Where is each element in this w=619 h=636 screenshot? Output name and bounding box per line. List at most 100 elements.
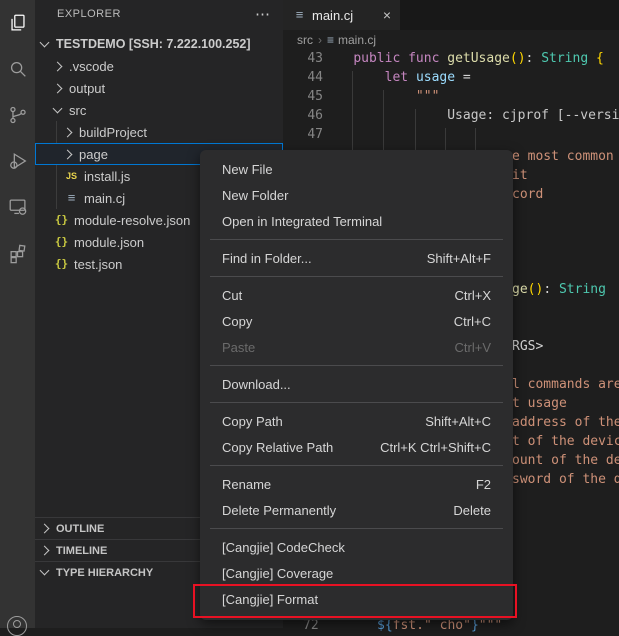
- menu-item-label: Rename: [222, 477, 271, 492]
- section-label: OUTLINE: [56, 523, 104, 535]
- menu-item-find-in-folder[interactable]: Find in Folder... Shift+Alt+F: [200, 245, 513, 271]
- code-line: 44 let usage =: [283, 68, 619, 87]
- code-fragment: RGS>: [512, 337, 543, 356]
- json-file-icon: {}: [54, 213, 69, 227]
- menu-item-copy-path[interactable]: Copy PathShift+Alt+C: [200, 408, 513, 434]
- close-icon[interactable]: ×: [383, 7, 391, 23]
- menu-item-label: New Folder: [222, 188, 288, 203]
- menu-item-paste: PasteCtrl+V: [200, 334, 513, 360]
- chevron-right-icon: [63, 149, 73, 159]
- menu-item-label: Delete Permanently: [222, 503, 336, 518]
- menu-item-label: Open in Integrated Terminal: [222, 214, 382, 229]
- menu-item-download[interactable]: Download...: [200, 371, 513, 397]
- menu-item-label: Download...: [222, 377, 291, 392]
- menu-item-shortcut: Shift+Alt+F: [399, 251, 491, 266]
- code-text: public func getUsage(): String {: [322, 49, 604, 68]
- tree-item-label: module.json: [74, 235, 144, 250]
- menu-item-new-folder[interactable]: New Folder: [200, 182, 513, 208]
- json-file-icon: {}: [54, 235, 69, 249]
- indent-guide: [475, 128, 476, 150]
- breadcrumb: src › ≡ main.cj: [283, 30, 619, 49]
- menu-item-delete-permanently[interactable]: Delete Permanently Delete: [200, 497, 513, 523]
- search-icon[interactable]: [0, 46, 35, 92]
- source-control-icon[interactable]: [0, 92, 35, 138]
- chevron-right-icon: [40, 546, 50, 556]
- menu-item-rename[interactable]: Rename F2: [200, 471, 513, 497]
- code-fragment: t usage: [512, 394, 567, 413]
- menu-item-shortcut: Ctrl+K Ctrl+Shift+C: [352, 440, 491, 455]
- code-fragment: cord: [512, 185, 543, 204]
- section-label: TIMELINE: [56, 545, 107, 557]
- menu-separator: [210, 402, 503, 403]
- tree-item-label: TESTDEMO [SSH: 7.222.100.252]: [56, 37, 251, 51]
- menu-item-shortcut: Ctrl+X: [427, 288, 491, 303]
- menu-item-label: [Cangjie] CodeCheck: [222, 540, 345, 555]
- code-text: """: [322, 87, 439, 106]
- menu-item-shortcut: Ctrl+C: [426, 314, 491, 329]
- menu-item-shortcut: F2: [448, 477, 491, 492]
- code-fragment: t of the devic: [512, 432, 619, 451]
- tree-item-buildproject[interactable]: buildProject: [35, 121, 283, 143]
- tab-bar: ≡ main.cj ×: [283, 0, 619, 30]
- menu-item-shortcut: Ctrl+V: [427, 340, 491, 355]
- code-fragment: it: [512, 166, 528, 185]
- menu-item-copy[interactable]: CopyCtrl+C: [200, 308, 513, 334]
- remote-explorer-icon[interactable]: [0, 184, 35, 230]
- explorer-icon[interactable]: [0, 0, 35, 46]
- chevron-right-icon: ›: [318, 33, 322, 47]
- tree-item-testdemo-ssh-7-222-100-252[interactable]: TESTDEMO [SSH: 7.222.100.252]: [35, 33, 283, 55]
- menu-item-copy-relative-path[interactable]: Copy Relative Path Ctrl+K Ctrl+Shift+C: [200, 434, 513, 460]
- cj-file-icon: ≡: [327, 33, 334, 47]
- menu-separator: [210, 276, 503, 277]
- code-fragment: sword of the d: [512, 470, 619, 489]
- code-fragment: ount of the de: [512, 451, 619, 470]
- tab-main-cj[interactable]: ≡ main.cj ×: [283, 0, 400, 30]
- menu-item-cangjie-coverage[interactable]: [Cangjie] Coverage: [200, 560, 513, 586]
- menu-item-cangjie-codecheck[interactable]: [Cangjie] CodeCheck: [200, 534, 513, 560]
- code-fragment: address of the: [512, 413, 619, 432]
- menu-item-open-in-integrated-terminal[interactable]: Open in Integrated Terminal: [200, 208, 513, 234]
- tree-item-output[interactable]: output: [35, 77, 283, 99]
- run-and-debug-icon[interactable]: [0, 138, 35, 184]
- menu-item-label: Find in Folder...: [222, 251, 312, 266]
- menu-item-cut[interactable]: CutCtrl+X: [200, 282, 513, 308]
- menu-item-label: New File: [222, 162, 273, 177]
- code-fragment: ge(): String: [512, 280, 606, 299]
- accounts-icon[interactable]: [7, 616, 27, 636]
- code-text: let usage =: [322, 68, 471, 87]
- tree-item-label: test.json: [74, 257, 122, 272]
- tree-item-vscode[interactable]: .vscode: [35, 55, 283, 77]
- menu-separator: [210, 365, 503, 366]
- menu-item-new-file[interactable]: New File: [200, 156, 513, 182]
- code-line: 46 Usage: cjprof [--version: [283, 106, 619, 125]
- js-file-icon: JS: [64, 169, 79, 183]
- menu-item-shortcut: Delete: [425, 503, 491, 518]
- indent-guide: [415, 109, 416, 150]
- tree-item-label: src: [69, 103, 86, 118]
- code-line: 43 public func getUsage(): String {: [283, 49, 619, 68]
- menu-item-label: Copy Relative Path: [222, 440, 333, 455]
- activity-bar: [0, 0, 35, 628]
- section-label: TYPE HIERARCHY: [56, 567, 153, 579]
- indent-guide: [383, 90, 384, 150]
- code-fragment: e most common: [512, 147, 614, 166]
- extensions-icon[interactable]: [0, 230, 35, 276]
- code-line: 47: [283, 125, 619, 144]
- indent-guide: [352, 71, 353, 150]
- more-actions-icon[interactable]: ⋯: [255, 5, 271, 23]
- tree-item-label: buildProject: [79, 125, 147, 140]
- menu-separator: [210, 528, 503, 529]
- line-number: 43: [283, 49, 323, 68]
- menu-separator: [210, 465, 503, 466]
- tree-item-label: module-resolve.json: [74, 213, 190, 228]
- breadcrumb-item-main-cj[interactable]: main.cj: [338, 33, 376, 47]
- tree-item-src[interactable]: src: [35, 99, 283, 121]
- chevron-down-icon: [53, 103, 63, 113]
- chevron-right-icon: [53, 83, 63, 93]
- breadcrumb-item-src[interactable]: src: [297, 33, 313, 47]
- cj-file-icon: ≡: [64, 191, 79, 205]
- menu-item-label: Copy Path: [222, 414, 283, 429]
- menu-item-cangjie-format[interactable]: [Cangjie] Format: [200, 586, 513, 612]
- line-number: 47: [283, 125, 323, 144]
- code-line: 45 """: [283, 87, 619, 106]
